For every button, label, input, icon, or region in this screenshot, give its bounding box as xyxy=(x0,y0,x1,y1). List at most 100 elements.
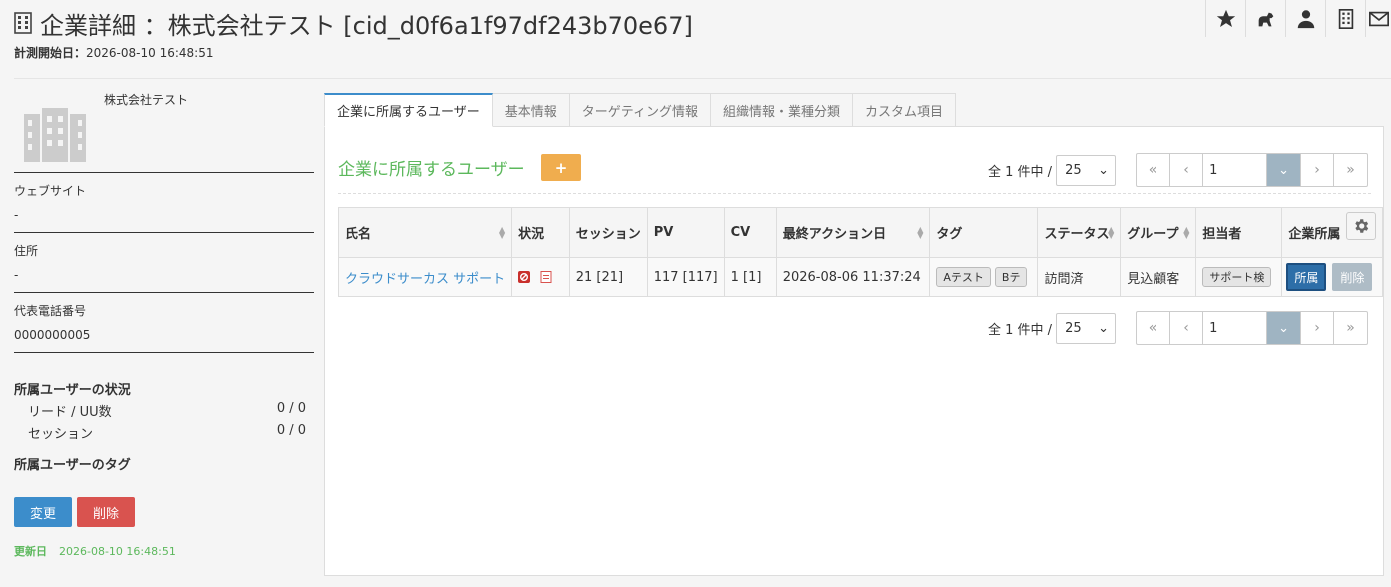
star-icon[interactable] xyxy=(1205,0,1245,37)
session-row: セッション 0 / 0 xyxy=(28,423,306,442)
pagination-top: 全 1 件中 / 25 ⌄ « ‹ ⌄ › » xyxy=(988,153,1369,187)
affiliation-cell: 所属 削除 xyxy=(1281,257,1383,297)
sort-icon: ▲ ▼ xyxy=(1183,225,1190,240)
measure-value: 2026-08-10 16:48:51 xyxy=(86,46,214,60)
column-settings-button[interactable] xyxy=(1346,212,1376,240)
col-company-affiliation: 企業所属 xyxy=(1281,207,1383,258)
page-input[interactable] xyxy=(1203,154,1268,186)
blocked-icon xyxy=(518,271,531,283)
section-divider xyxy=(338,193,1371,194)
owner-cell: サポート検 xyxy=(1195,257,1283,297)
col-name[interactable]: 氏名 ▲ ▼ xyxy=(337,207,513,258)
company-name: 株式会社テスト xyxy=(104,93,189,107)
building-icon xyxy=(14,12,32,34)
address-label: 住所 xyxy=(14,244,39,258)
dog-icon[interactable] xyxy=(1245,0,1285,37)
page-header: 企業詳細 ：株式会社テスト [cid_d0f6a1f97df243b70e67]… xyxy=(14,6,693,61)
sort-icon: ▲ ▼ xyxy=(498,225,506,240)
count-label: 全 1 件中 / xyxy=(988,164,1053,180)
pager: « ‹ ⌄ › » xyxy=(1136,153,1369,187)
table-header-row: 氏名 ▲ ▼ 状況 セッション PV CV 最終アクション日 ▲ ▼ タグ ステータス ▲… xyxy=(337,207,1383,258)
phone-value: 0000000005 xyxy=(14,328,91,342)
col-pv[interactable]: PV xyxy=(646,207,725,258)
section-title: 企業に所属するユーザー xyxy=(338,160,525,180)
status-cell: 訪問済 xyxy=(1037,257,1122,297)
tab-targeting-info[interactable]: ターゲティング情報 xyxy=(568,93,711,127)
address-value: - xyxy=(14,268,19,282)
chevron-down-icon: ⌄ xyxy=(1278,320,1290,336)
sort-icon: ▲ ▼ xyxy=(917,225,924,240)
gear-icon xyxy=(1355,219,1369,233)
tag-badge: Bテ xyxy=(994,267,1028,287)
prev-page-button[interactable]: ‹ xyxy=(1170,312,1204,344)
page-title: 企業詳細 ：株式会社テスト [cid_d0f6a1f97df243b70e67] xyxy=(14,6,693,40)
sort-icon: ▲ ▼ xyxy=(1108,225,1115,240)
session-cell: 21 [21] xyxy=(568,257,648,297)
lead-uu-value: 0 / 0 xyxy=(276,401,306,416)
measure-label: 計測開始日： xyxy=(14,46,87,60)
delete-button[interactable]: 削除 xyxy=(77,497,135,527)
per-page-select[interactable]: 25 ⌄ xyxy=(1056,154,1117,186)
col-status[interactable]: ステータス ▲ ▼ xyxy=(1037,207,1122,258)
col-last-action[interactable]: 最終アクション日 ▲ ▼ xyxy=(775,207,931,258)
mail-icon[interactable] xyxy=(1365,0,1391,37)
col-cv[interactable]: CV xyxy=(723,207,777,258)
remove-affiliation-button[interactable]: 削除 xyxy=(1332,263,1373,291)
group-cell: 見込顧客 xyxy=(1120,257,1197,297)
per-page-select[interactable]: 25 ⌄ xyxy=(1056,312,1117,344)
session-value: 0 / 0 xyxy=(276,423,306,438)
owner-badge: サポート検 xyxy=(1202,267,1272,287)
updated-info: 更新日 2026-08-10 16:48:51 xyxy=(14,543,176,559)
page-title-text: 企業詳細 ：株式会社テスト [cid_d0f6a1f97df243b70e67] xyxy=(40,11,693,40)
last-page-button[interactable]: » xyxy=(1334,154,1367,186)
phone-field: 代表電話番号 0000000005 xyxy=(14,292,314,342)
user-tags-title: 所属ユーザーのタグ xyxy=(14,458,131,473)
tag-cell: Aテスト Bテ xyxy=(929,257,1039,297)
pager: « ‹ ⌄ › » xyxy=(1136,311,1369,345)
first-page-button[interactable]: « xyxy=(1137,312,1171,344)
chevron-down-icon: ⌄ xyxy=(1098,162,1110,178)
change-button[interactable]: 変更 xyxy=(14,497,72,527)
updated-value: 2026-08-10 16:48:51 xyxy=(59,545,176,558)
lead-uu-label: リード / UU数 xyxy=(28,405,112,420)
top-icon-bar xyxy=(1205,0,1391,37)
col-session[interactable]: セッション xyxy=(568,207,648,258)
col-tag: タグ xyxy=(929,207,1039,258)
prev-page-button[interactable]: ‹ xyxy=(1170,154,1204,186)
header-divider xyxy=(14,78,1391,79)
address-field: 住所 - xyxy=(14,232,314,282)
last-page-button[interactable]: » xyxy=(1334,312,1367,344)
tab-basic-info[interactable]: 基本情報 xyxy=(491,93,570,127)
page-dropdown-button[interactable]: ⌄ xyxy=(1267,154,1302,186)
page-input[interactable] xyxy=(1203,312,1268,344)
col-group[interactable]: グループ ▲ ▼ xyxy=(1120,207,1197,258)
state-cell xyxy=(511,257,570,297)
count-label: 全 1 件中 / xyxy=(988,322,1053,338)
website-field: ウェブサイト - xyxy=(14,172,314,222)
tab-bar: 企業に所属するユーザー 基本情報 ターゲティング情報 組織情報・業種分類 カスタ… xyxy=(324,93,957,127)
tab-custom-fields[interactable]: カスタム項目 xyxy=(852,93,957,127)
chevron-down-icon: ⌄ xyxy=(1098,320,1110,336)
tag-badge: Aテスト xyxy=(936,267,991,287)
building-nav-icon[interactable] xyxy=(1325,0,1365,37)
website-label: ウェブサイト xyxy=(14,184,87,198)
next-page-button[interactable]: › xyxy=(1301,154,1335,186)
user-icon[interactable] xyxy=(1285,0,1325,37)
tab-organization-info[interactable]: 組織情報・業種分類 xyxy=(710,93,854,127)
user-name-link[interactable]: クラウドサーカス サポート xyxy=(337,257,513,297)
phone-label: 代表電話番号 xyxy=(14,304,87,318)
affiliate-button[interactable]: 所属 xyxy=(1286,263,1327,291)
first-page-button[interactable]: « xyxy=(1137,154,1171,186)
document-icon xyxy=(540,271,552,283)
table-row: クラウドサーカス サポート 21 [21] 117 [117] 1 [1] 20… xyxy=(337,257,1383,297)
per-page-value: 25 xyxy=(1065,320,1082,336)
next-page-button[interactable]: › xyxy=(1301,312,1335,344)
page-dropdown-button[interactable]: ⌄ xyxy=(1267,312,1302,344)
chevron-down-icon: ⌄ xyxy=(1278,162,1290,178)
website-value: - xyxy=(14,208,19,222)
users-table: 氏名 ▲ ▼ 状況 セッション PV CV 最終アクション日 ▲ ▼ タグ ステータス ▲… xyxy=(337,207,1383,297)
tab-company-users[interactable]: 企業に所属するユーザー xyxy=(324,93,493,127)
add-user-button[interactable]: + xyxy=(541,154,581,181)
updated-label: 更新日 xyxy=(14,545,47,558)
company-logo-icon xyxy=(20,102,100,182)
